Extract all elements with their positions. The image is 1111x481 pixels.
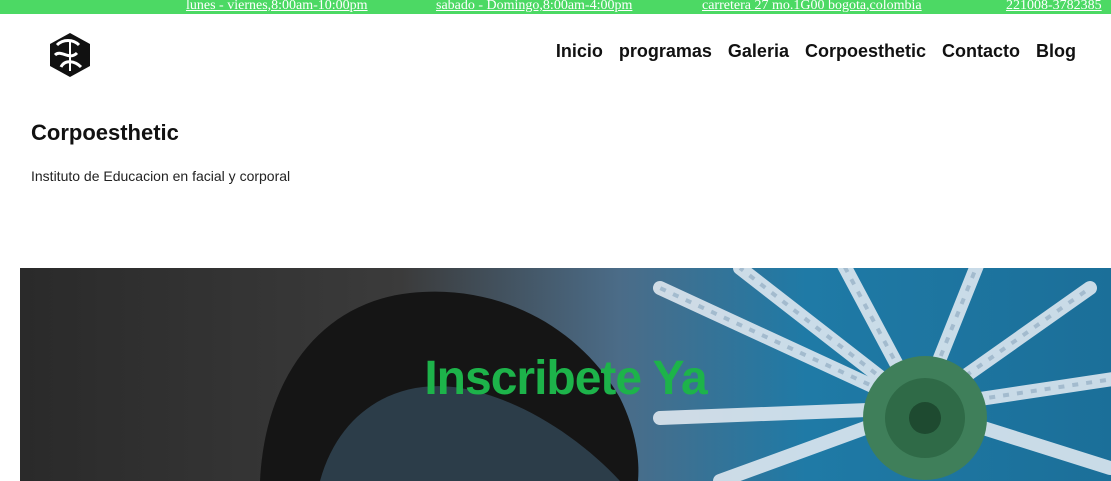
nav-item-blog[interactable]: Blog (1036, 40, 1076, 62)
nav-item-galeria[interactable]: Galeria (728, 40, 789, 62)
nav-item-programas[interactable]: programas (619, 40, 712, 62)
hours-weekend-link[interactable]: sabado - Domingo,8:00am-4:00pm (436, 0, 632, 14)
logo-mark-icon (50, 33, 90, 77)
address-link[interactable]: carretera 27 mo.1G00 bogota,colombia (702, 0, 922, 14)
site-logo[interactable] (47, 31, 93, 79)
main-nav: Inicio programas Galeria Corpoesthetic C… (556, 40, 1076, 62)
hero-banner: Inscribete Ya (20, 268, 1111, 481)
top-info-bar: lunes - viernes,8:00am-10:00pm sabado - … (0, 0, 1111, 14)
nav-item-inicio[interactable]: Inicio (556, 40, 603, 62)
nav-item-corpoesthetic[interactable]: Corpoesthetic (805, 40, 926, 62)
hours-weekdays-link[interactable]: lunes - viernes,8:00am-10:00pm (186, 0, 368, 14)
nav-item-contacto[interactable]: Contacto (942, 40, 1020, 62)
site-title[interactable]: Corpoesthetic (31, 120, 179, 146)
hero-cta-heading[interactable]: Inscribete Ya (20, 351, 1111, 406)
phone-link[interactable]: 221008-3782385 (1006, 0, 1102, 14)
site-tagline: Instituto de Educacion en facial y corpo… (31, 168, 291, 184)
